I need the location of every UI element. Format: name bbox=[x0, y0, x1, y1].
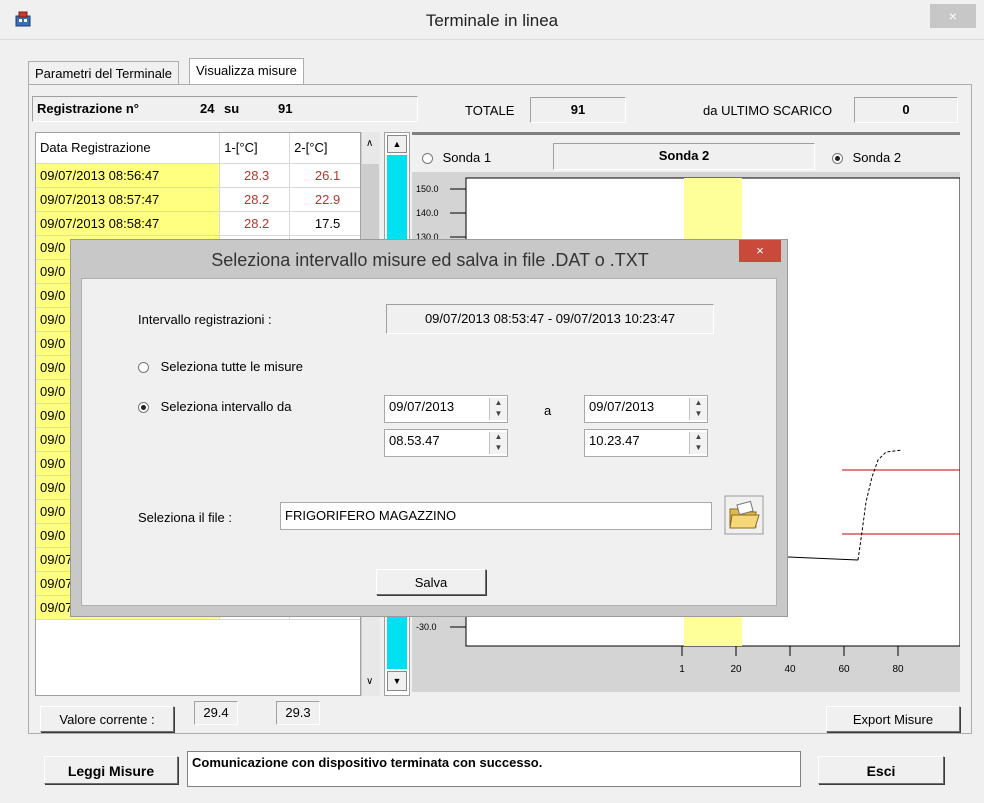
sonda1-radio[interactable]: Sonda 1 bbox=[422, 150, 491, 165]
cell-t1: 28.2 bbox=[219, 187, 291, 212]
cell-t2: 17.5 bbox=[289, 211, 360, 236]
ultimo-scarico-label: da ULTIMO SCARICO bbox=[703, 103, 833, 118]
totale-label: TOTALE bbox=[465, 103, 515, 118]
table-header-row: Data Registrazione 1-[°C] 2-[°C] bbox=[36, 133, 360, 164]
sonda1-label: Sonda 1 bbox=[442, 150, 492, 165]
to-date-spinner[interactable]: ▲ ▼ bbox=[689, 398, 707, 420]
spin-up-icon[interactable]: ▲ bbox=[490, 432, 507, 443]
spin-down-icon[interactable]: ▼ bbox=[690, 409, 707, 420]
x-tick-label: 40 bbox=[784, 664, 796, 675]
chart-top-border bbox=[412, 132, 960, 135]
sonda2-label: Sonda 2 bbox=[852, 150, 902, 165]
export-misure-button[interactable]: Export Misure bbox=[826, 706, 960, 732]
spin-down-icon[interactable]: ▼ bbox=[690, 443, 707, 454]
y-tick-label: 150.0 bbox=[416, 184, 439, 194]
cell-t1: 28.2 bbox=[219, 211, 291, 236]
cell-t1: 28.3 bbox=[219, 163, 291, 188]
main-window: Terminale in linea × Parametri del Termi… bbox=[0, 0, 984, 803]
cell-t2: 26.1 bbox=[289, 163, 360, 188]
valore-corrente-2: 29.3 bbox=[276, 701, 320, 725]
to-date-value: 09/07/2013 bbox=[589, 399, 655, 414]
header-temp-1[interactable]: 1-[°C] bbox=[219, 133, 291, 164]
open-folder-icon[interactable] bbox=[724, 495, 764, 535]
header-temp-2[interactable]: 2-[°C] bbox=[289, 133, 360, 164]
sonda1-radio-icon[interactable] bbox=[422, 153, 433, 165]
cell-date: 09/07/2013 08:58:47 bbox=[36, 211, 221, 236]
tutte-misure-radio-icon[interactable] bbox=[138, 362, 149, 374]
spin-down-icon[interactable]: ▼ bbox=[490, 409, 507, 420]
a-label: a bbox=[544, 403, 552, 418]
registrazione-current: 24 bbox=[200, 101, 215, 116]
dialog-body: Intervallo registrazioni : 09/07/2013 08… bbox=[81, 278, 777, 606]
salva-button[interactable]: Salva bbox=[376, 569, 486, 595]
from-date-spinner[interactable]: ▲ ▼ bbox=[489, 398, 507, 420]
intervallo-label: Intervallo registrazioni : bbox=[138, 312, 272, 327]
tutte-misure-label: Seleziona tutte le misure bbox=[160, 359, 303, 374]
table-row[interactable]: 09/07/2013 08:58:47 28.2 17.5 bbox=[36, 211, 360, 236]
from-time-spinner[interactable]: ▲ ▼ bbox=[489, 432, 507, 454]
file-input[interactable]: FRIGORIFERO MAGAZZINO bbox=[280, 502, 712, 530]
sonda-selected-display: Sonda 2 bbox=[553, 143, 815, 170]
chart-x-ticks: 1 20 40 60 80 bbox=[679, 646, 904, 675]
intervallo-da-label: Seleziona intervallo da bbox=[160, 399, 292, 414]
y-tick-label: 140.0 bbox=[416, 208, 439, 218]
registrazione-total: 91 bbox=[278, 101, 293, 116]
to-time-input[interactable]: 10.23.47 ▲ ▼ bbox=[584, 429, 708, 457]
tab-visualizza-misure[interactable]: Visualizza misure bbox=[189, 58, 304, 85]
intervallo-da-radio[interactable]: Seleziona intervallo da bbox=[138, 399, 291, 414]
status-message: Comunicazione con dispositivo terminata … bbox=[187, 751, 801, 787]
valore-corrente-1: 29.4 bbox=[194, 701, 238, 725]
file-label: Seleziona il file : bbox=[138, 510, 232, 525]
from-date-input[interactable]: 09/07/2013 ▲ ▼ bbox=[384, 395, 508, 423]
from-date-value: 09/07/2013 bbox=[389, 399, 455, 414]
window-title: Terminale in linea bbox=[425, 11, 559, 30]
spin-up-icon[interactable]: ▲ bbox=[690, 398, 707, 409]
sonda2-radio[interactable]: Sonda 2 bbox=[832, 150, 901, 165]
chart-scroll-up-icon[interactable]: ▲ bbox=[387, 135, 407, 153]
dialog-close-button[interactable]: × bbox=[739, 240, 781, 262]
totale-value: 91 bbox=[530, 97, 626, 123]
scroll-down-icon[interactable]: ∨ bbox=[366, 676, 373, 687]
x-tick-label: 80 bbox=[892, 664, 904, 675]
from-time-value: 08.53.47 bbox=[389, 433, 440, 448]
intervallo-value: 09/07/2013 08:53:47 - 09/07/2013 10:23:4… bbox=[386, 304, 714, 334]
registrazione-su: su bbox=[224, 101, 240, 116]
registrazione-label: Registrazione n° bbox=[37, 101, 139, 116]
x-tick-label: 60 bbox=[838, 664, 850, 675]
to-date-input[interactable]: 09/07/2013 ▲ ▼ bbox=[584, 395, 708, 423]
title-bar: Terminale in linea × bbox=[0, 0, 984, 40]
table-row[interactable]: 09/07/2013 08:57:47 28.2 22.9 bbox=[36, 187, 360, 212]
header-data-registrazione[interactable]: Data Registrazione bbox=[36, 133, 221, 164]
x-tick-label: 20 bbox=[730, 664, 742, 675]
dialog-title: Seleziona intervallo misure ed salva in … bbox=[211, 250, 649, 270]
valore-corrente-button[interactable]: Valore corrente : bbox=[40, 706, 174, 732]
to-time-value: 10.23.47 bbox=[589, 433, 640, 448]
spin-down-icon[interactable]: ▼ bbox=[490, 443, 507, 454]
intervallo-da-radio-icon[interactable] bbox=[138, 402, 149, 414]
to-time-spinner[interactable]: ▲ ▼ bbox=[689, 432, 707, 454]
ultimo-scarico-value: 0 bbox=[854, 97, 958, 123]
esci-button[interactable]: Esci bbox=[818, 756, 944, 784]
tutte-misure-radio[interactable]: Seleziona tutte le misure bbox=[138, 359, 303, 374]
cell-date: 09/07/2013 08:56:47 bbox=[36, 163, 221, 188]
save-interval-dialog: Seleziona intervallo misure ed salva in … bbox=[70, 239, 788, 617]
cell-date: 09/07/2013 08:57:47 bbox=[36, 187, 221, 212]
spin-up-icon[interactable]: ▲ bbox=[490, 398, 507, 409]
chart-scroll-down-icon[interactable]: ▼ bbox=[387, 671, 407, 691]
scroll-up-icon[interactable]: ∧ bbox=[366, 138, 373, 149]
sonda2-radio-icon[interactable] bbox=[832, 153, 843, 165]
from-time-input[interactable]: 08.53.47 ▲ ▼ bbox=[384, 429, 508, 457]
window-close-button[interactable]: × bbox=[930, 4, 976, 28]
cell-t2: 22.9 bbox=[289, 187, 360, 212]
leggi-misure-button[interactable]: Leggi Misure bbox=[44, 756, 178, 784]
y-tick-label: -30.0 bbox=[416, 622, 437, 632]
tab-parametri[interactable]: Parametri del Terminale bbox=[28, 61, 180, 85]
table-row[interactable]: 09/07/2013 08:56:47 28.3 26.1 bbox=[36, 163, 360, 188]
x-tick-label: 1 bbox=[679, 664, 685, 675]
spin-up-icon[interactable]: ▲ bbox=[690, 432, 707, 443]
